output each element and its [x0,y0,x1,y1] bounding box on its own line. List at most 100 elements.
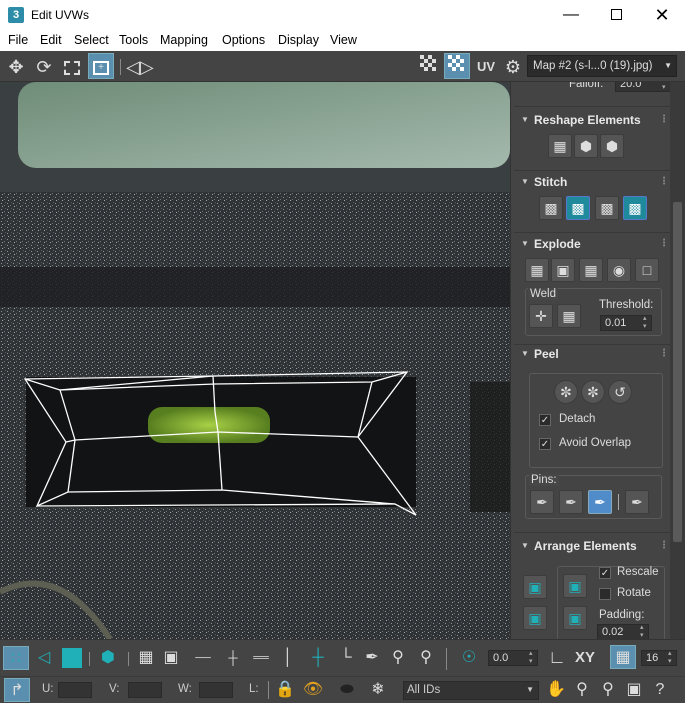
relax-until-flat-icon[interactable]: ⬢ [574,134,598,158]
close-button[interactable]: ✕ [639,0,685,30]
rescale-checkbox[interactable]: ✓ [599,567,611,579]
soft-selection-icon[interactable]: ☉ [456,646,482,670]
menu-select[interactable]: Select [74,33,109,47]
uv-mode-icon[interactable]: UV [473,54,499,80]
edge-icon[interactable]: │ [280,646,296,670]
polygon-mode-icon[interactable] [62,648,82,668]
pan-icon[interactable]: ✋ [544,678,568,702]
grid-snap-icon[interactable]: ▦ [610,645,636,669]
xy-plane-icon[interactable]: XY [572,646,598,670]
grow-loop-icon[interactable]: ┼ [220,646,246,670]
reset-peel-icon[interactable]: ↺ [608,380,632,404]
unpin-selected-icon[interactable]: ✒ [559,490,583,514]
freeform-icon[interactable]: + [88,53,114,79]
shrink-ring-icon[interactable]: └ [334,646,358,670]
menu-view[interactable]: View [330,33,357,47]
soft-falloff-curve-icon[interactable]: ∟ [546,645,568,669]
pack-together-icon[interactable]: ▣ [563,574,587,598]
threshold-spinner[interactable]: 0.01 [600,315,652,331]
grow-selection-icon[interactable]: ▦ [135,646,157,670]
l-label: L: [249,683,259,695]
falloff-spinner[interactable]: 20.0 [615,82,671,92]
u-field[interactable] [58,682,92,698]
stitch-title: Stitch [534,175,568,189]
angle-spinner[interactable]: 0.0 [488,650,538,666]
menu-mapping[interactable]: Mapping [160,33,208,47]
stitch-to-target-icon[interactable]: ▩ [566,196,590,220]
menu-display[interactable]: Display [278,33,319,47]
menu-options[interactable]: Options [222,33,265,47]
detach-checkbox[interactable]: ✓ [539,414,551,426]
uv-canvas[interactable] [0,82,510,639]
auto-pin-moved-icon[interactable]: ✒ [588,490,612,514]
stitch-average-icon[interactable]: ▩ [595,196,619,220]
v-field[interactable] [128,682,162,698]
shrink-selection-icon[interactable]: ▣ [160,646,182,670]
detach-edge-verts-icon[interactable]: ▣ [551,258,575,282]
straighten-selection-icon[interactable]: ▦ [548,134,572,158]
ring-icon[interactable]: ══ [248,646,274,670]
move-icon[interactable]: ✥ [4,54,28,80]
padding-spinner[interactable]: 0.02 [597,624,649,639]
zoom-icon[interactable]: ⚲ [570,678,594,702]
flatten-by-smoothing-group-icon[interactable]: ◉ [607,258,631,282]
minimize-button[interactable]: — [548,0,594,30]
paint-select-icon[interactable]: ✒ [360,646,384,670]
paint-grow-icon[interactable]: ⚲ [386,646,410,670]
arrange-elements-header[interactable]: ▼ Arrange Elements ⋮⋮ [514,536,679,556]
help-icon[interactable]: ? [648,678,672,702]
w-field[interactable] [199,682,233,698]
uv-editor-viewport[interactable] [0,82,510,639]
flatten-by-polygon-angle-icon[interactable]: ▦ [579,258,603,282]
stitch-header[interactable]: ▼ Stitch ⋮⋮ [514,172,679,192]
map-dropdown[interactable]: Map #2 (s-l...0 (19).jpg) ▼ [527,55,677,77]
zoom-extents-icon[interactable]: ▣ [622,678,646,702]
pack-normalize-icon[interactable]: ▣ [523,606,547,630]
ids-dropdown[interactable]: All IDs ▼ [403,681,539,700]
grid-spinner[interactable]: 16 [641,650,677,666]
pack-custom-icon[interactable]: ▣ [523,575,547,599]
relax-custom-icon[interactable]: ⬢ [600,134,624,158]
scale-icon[interactable] [60,54,84,80]
rescale-elements-icon[interactable]: ▣ [563,606,587,630]
avoid-overlap-checkbox[interactable]: ✓ [539,438,551,450]
maximize-button[interactable] [593,0,639,30]
stitch-custom-icon[interactable]: ▩ [539,196,563,220]
rotate-icon[interactable]: ⟳ [32,54,56,80]
chevron-down-icon: ▼ [526,685,534,694]
reshape-elements-header[interactable]: ▼ Reshape Elements ⋮⋮ [514,110,679,130]
shrink-loop-icon[interactable]: ┼ [306,646,330,670]
scrollbar-thumb[interactable] [673,202,682,542]
edge-mode-icon[interactable]: ◁ [32,646,56,670]
flatten-by-material-id-icon[interactable]: □ [635,258,659,282]
settings-icon[interactable]: ⚙ [501,54,525,80]
vertex-mode-icon[interactable]: ∷ [3,646,29,670]
explode-header[interactable]: ▼ Explode ⋮⋮ [514,234,679,254]
element-mode-icon[interactable]: ⬢ [96,646,120,670]
freeze-eye-icon[interactable]: ⬬ [334,678,360,702]
weld-selected-icon[interactable]: ✛ [529,304,553,328]
freeze-icon[interactable]: ❄ [366,678,390,702]
weld-target-icon[interactable]: ▦ [557,304,581,328]
rotate-checkbox[interactable] [599,588,611,600]
peel-mode-icon[interactable]: ✼ [581,380,605,404]
break-icon[interactable]: ▦ [525,258,549,282]
lock-icon[interactable]: 🔒 [274,678,296,702]
zoom-region-icon[interactable]: ⚲ [596,678,620,702]
loop-icon[interactable]: ── [190,646,216,670]
checker-pattern-icon[interactable] [417,54,441,80]
paint-shrink-icon[interactable]: ⚲ [414,646,438,670]
pin-selected-icon[interactable]: ✒ [530,490,554,514]
select-pins-icon[interactable]: ✒ [625,490,649,514]
stitch-to-source-icon[interactable]: ▩ [623,196,647,220]
hide-icon[interactable]: 👁 [300,678,326,702]
menu-tools[interactable]: Tools [119,33,148,47]
peel-header[interactable]: ▼ Peel ⋮⋮ [514,344,679,364]
mirror-icon[interactable]: ◁▷ [126,54,154,80]
panel-scrollbar[interactable] [670,82,685,639]
show-map-icon[interactable] [444,53,470,79]
menu-file[interactable]: File [8,33,28,47]
menu-edit[interactable]: Edit [40,33,62,47]
absolute-mode-icon[interactable]: ↱ [4,678,30,702]
quick-peel-icon[interactable]: ✼ [554,380,578,404]
